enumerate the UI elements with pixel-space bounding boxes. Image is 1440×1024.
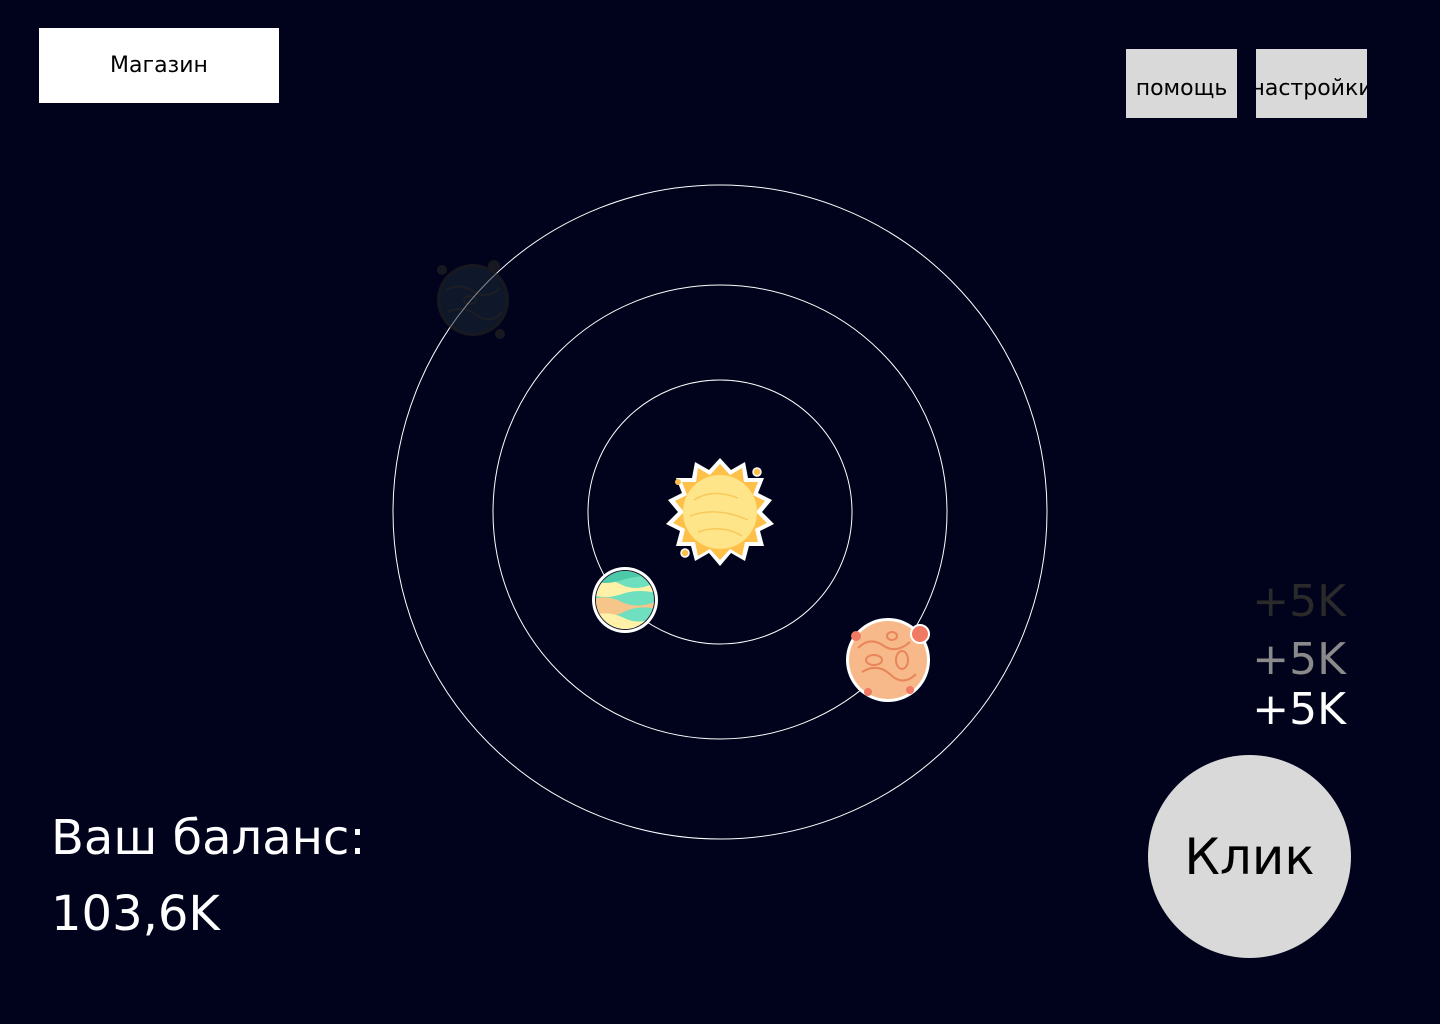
gain-popup: +5K bbox=[1252, 634, 1346, 685]
game-screen: Магазин помощь настройки Ваш баланс: 103… bbox=[0, 0, 1440, 1024]
balance-value: 103,6K bbox=[51, 886, 220, 942]
balance-label: Ваш баланс: bbox=[51, 810, 366, 866]
gain-popup: +5K bbox=[1252, 576, 1346, 627]
settings-button[interactable]: настройки bbox=[1256, 49, 1367, 118]
shop-button[interactable]: Магазин bbox=[39, 28, 279, 103]
orange-planet-icon[interactable] bbox=[846, 618, 930, 702]
help-button[interactable]: помощь bbox=[1126, 49, 1237, 118]
sun-icon[interactable] bbox=[666, 458, 774, 566]
click-button[interactable]: Клик bbox=[1148, 755, 1351, 958]
gain-popup: +5K bbox=[1252, 684, 1346, 735]
